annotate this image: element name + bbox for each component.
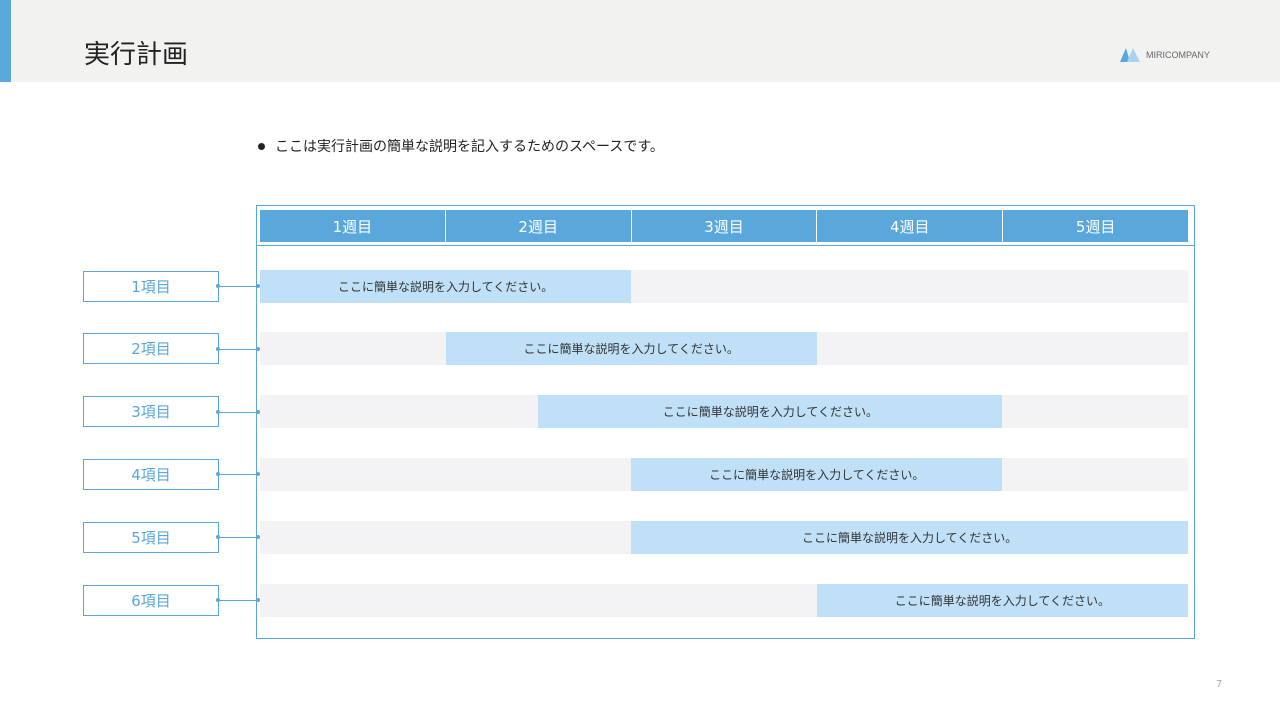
- task-bar: ここに簡単な説明を入力してください。: [260, 270, 631, 303]
- page-number: 7: [1216, 679, 1222, 690]
- task-bar: ここに簡単な説明を入力してください。: [538, 395, 1002, 428]
- row-connector: [218, 600, 258, 601]
- week-header-cell: 5週目: [1003, 210, 1188, 242]
- row-connector: [218, 349, 258, 350]
- logo-text: MIRICOMPANY: [1146, 50, 1210, 60]
- task-bar: ここに簡単な説明を入力してください。: [631, 458, 1002, 491]
- description-text: ここは実行計画の簡単な説明を記入するためのスペースです。: [275, 136, 664, 156]
- row-connector: [218, 537, 258, 538]
- slide-header: 実行計画 MIRICOMPANY: [0, 0, 1280, 82]
- bullet-dot-icon: [258, 143, 265, 150]
- row-connector: [218, 474, 258, 475]
- accent-stripe: [0, 0, 11, 82]
- logo-mountain-icon: [1120, 48, 1140, 62]
- row-label: 6項目: [83, 585, 219, 616]
- row-connector: [218, 412, 258, 413]
- task-bar: ここに簡単な説明を入力してください。: [817, 584, 1188, 617]
- page-title: 実行計画: [84, 34, 188, 71]
- row-label: 4項目: [83, 459, 219, 490]
- row-label: 2項目: [83, 333, 219, 364]
- header-divider: [256, 245, 1195, 246]
- row-label: 3項目: [83, 396, 219, 427]
- task-bar: ここに簡単な説明を入力してください。: [446, 332, 817, 365]
- week-header-cell: 2週目: [446, 210, 632, 242]
- week-header: 1週目 2週目 3週目 4週目 5週目: [260, 210, 1188, 242]
- week-header-cell: 3週目: [632, 210, 818, 242]
- description-bullet: ここは実行計画の簡単な説明を記入するためのスペースです。: [258, 136, 664, 156]
- company-logo: MIRICOMPANY: [1120, 48, 1210, 62]
- task-bar: ここに簡単な説明を入力してください。: [631, 521, 1188, 554]
- week-header-cell: 4週目: [817, 210, 1003, 242]
- row-connector: [218, 286, 258, 287]
- week-header-cell: 1週目: [260, 210, 446, 242]
- row-label: 5項目: [83, 522, 219, 553]
- row-label: 1項目: [83, 271, 219, 302]
